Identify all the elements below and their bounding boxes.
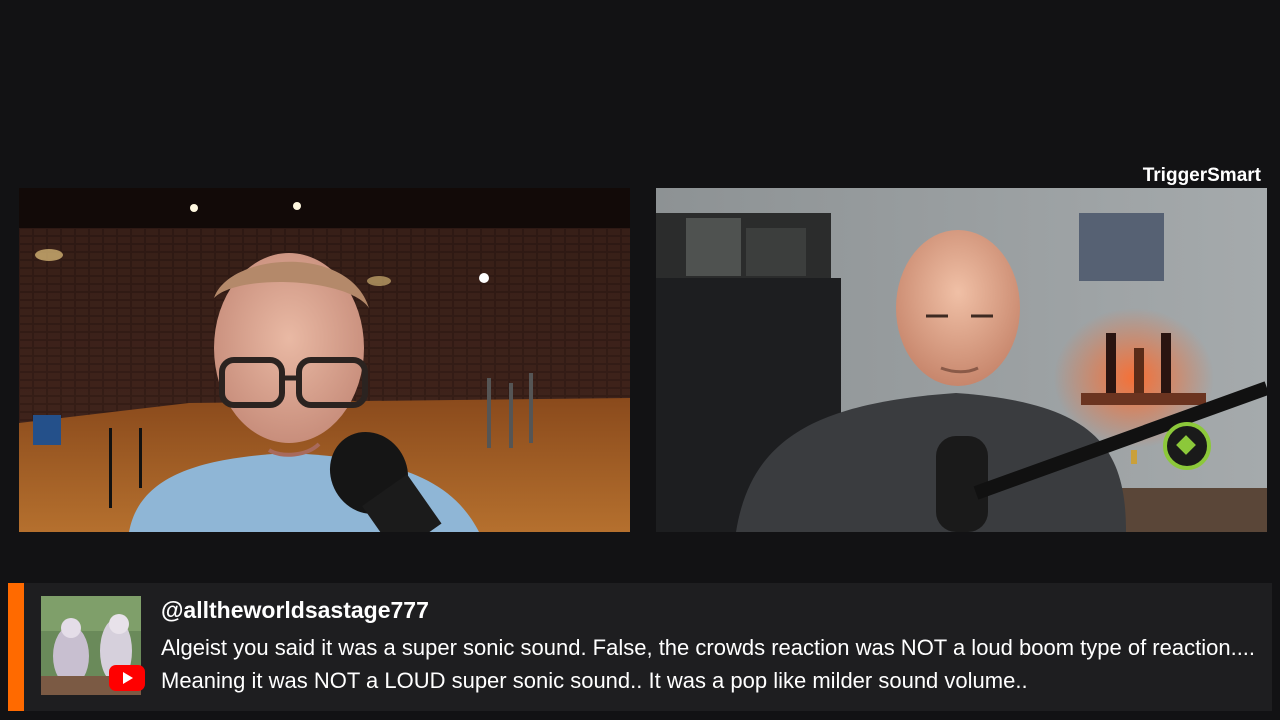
comment-accent-bar: [8, 583, 24, 711]
guest-video-feed: [19, 188, 630, 532]
youtube-icon: [109, 665, 145, 691]
featured-comment-banner: @alltheworldsastage777 Algeist you said …: [8, 583, 1272, 711]
stream-canvas: TriggerSmart @alltheworldsastage777 Alge…: [0, 0, 1280, 720]
guest-video-image: [19, 188, 630, 532]
comment-message: Algeist you said it was a super sonic so…: [161, 635, 1256, 693]
host-name-label: TriggerSmart: [1142, 165, 1261, 186]
host-video-feed: [656, 188, 1267, 532]
host-video-image: [656, 188, 1267, 532]
comment-username: @alltheworldsastage777: [161, 597, 429, 623]
